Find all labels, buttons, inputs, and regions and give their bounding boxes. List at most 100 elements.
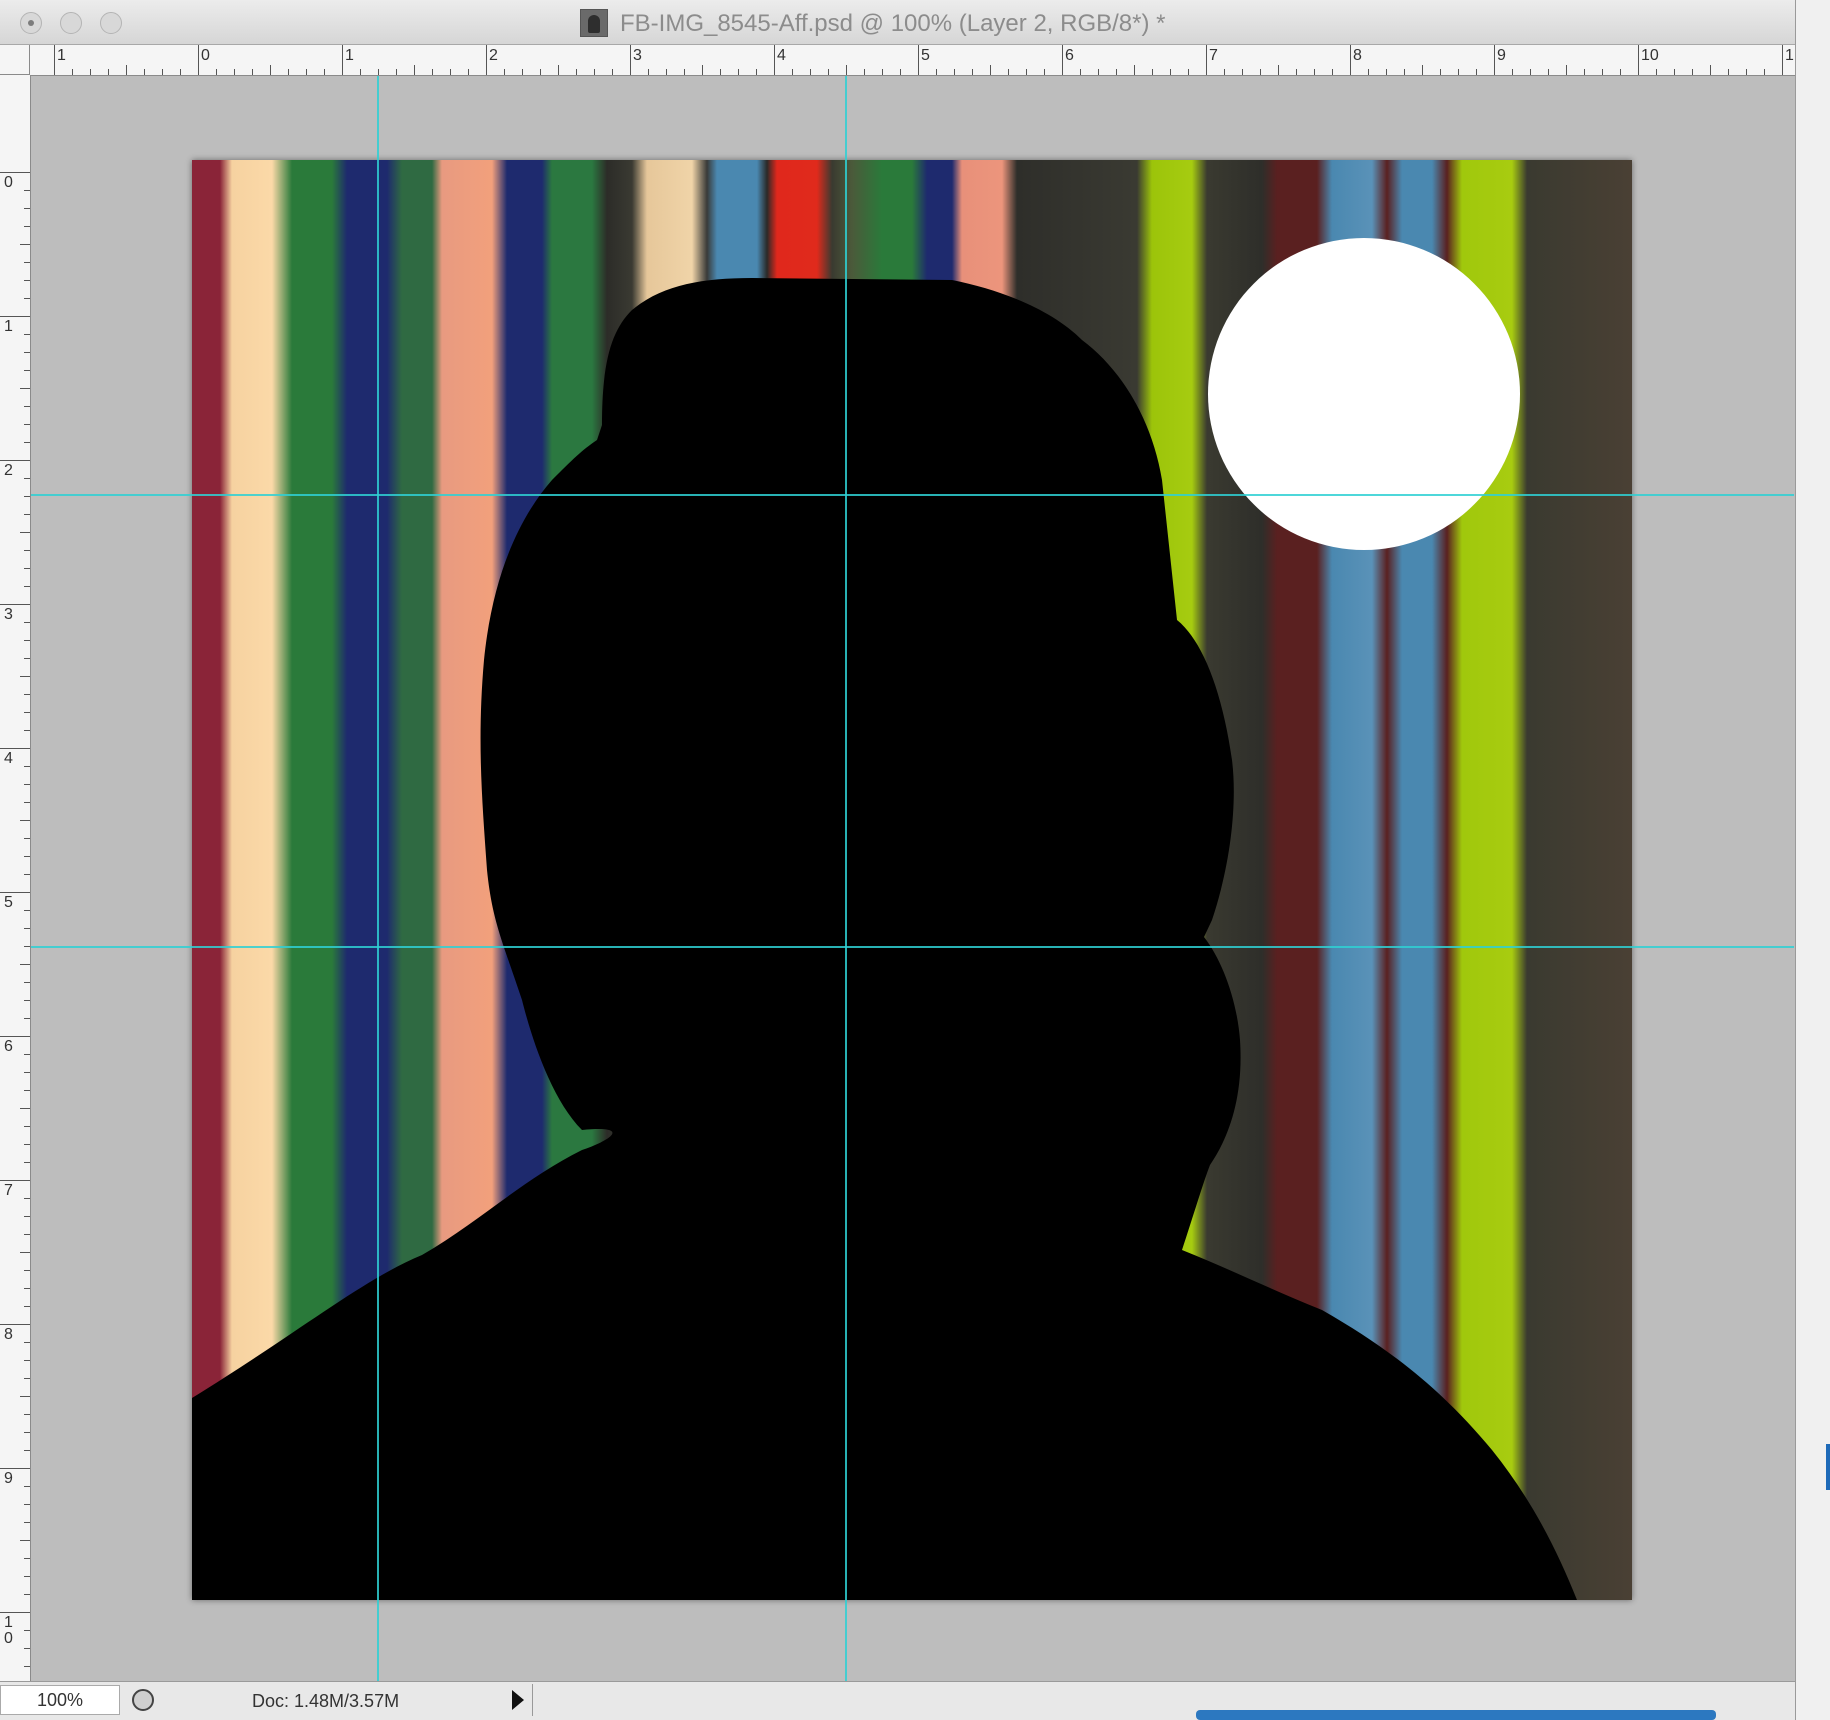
ruler-label: 7	[1209, 47, 1218, 64]
ruler-tick	[540, 69, 541, 75]
ruler-tick	[1386, 69, 1387, 75]
ruler-tick	[24, 838, 30, 839]
ruler-tick	[1404, 69, 1405, 75]
horizontal-scrollbar[interactable]	[1196, 1710, 1716, 1720]
ruler-tick	[828, 69, 829, 75]
ruler-tick	[24, 568, 30, 569]
ruler-label: 1	[57, 47, 66, 64]
ruler-origin[interactable]	[0, 45, 30, 75]
ruler-tick	[0, 1468, 30, 1469]
ruler-tick	[396, 69, 397, 75]
ruler-tick	[486, 45, 487, 75]
ruler-tick	[24, 1306, 30, 1307]
ruler-label: 8	[4, 1326, 13, 1343]
ruler-tick	[1332, 69, 1333, 75]
ruler-tick	[24, 910, 30, 911]
ruler-tick	[666, 69, 667, 75]
ruler-tick	[24, 1648, 30, 1649]
ruler-label: 10	[1641, 47, 1659, 64]
ruler-tick	[24, 478, 30, 479]
ruler-tick	[1656, 69, 1657, 75]
minimize-icon[interactable]	[60, 12, 82, 34]
ruler-tick	[24, 226, 30, 227]
ruler-tick	[1368, 69, 1369, 75]
zoom-level-field[interactable]: 100%	[0, 1685, 120, 1715]
ruler-tick	[20, 1252, 30, 1253]
ruler-tick	[810, 69, 811, 75]
ruler-tick	[0, 1180, 30, 1181]
ruler-tick	[1548, 69, 1549, 75]
ruler-tick	[126, 65, 127, 75]
ruler-tick	[20, 820, 30, 821]
ruler-tick	[324, 69, 325, 75]
ruler-tick	[24, 1288, 30, 1289]
ruler-tick	[1116, 69, 1117, 75]
ruler-tick	[24, 1504, 30, 1505]
ruler-tick	[0, 1324, 30, 1325]
ruler-tick	[24, 442, 30, 443]
ruler-tick	[450, 69, 451, 75]
ruler-tick	[900, 69, 901, 75]
ruler-tick	[1224, 69, 1225, 75]
ruler-label: 4	[777, 47, 786, 64]
document-thumbnail-icon	[580, 9, 608, 37]
ruler-tick	[24, 730, 30, 731]
ruler-tick	[24, 1054, 30, 1055]
ruler-tick	[24, 298, 30, 299]
horizontal-guide[interactable]	[31, 946, 1794, 948]
ruler-label: 5	[4, 894, 13, 911]
ruler-tick	[360, 69, 361, 75]
ruler-tick	[162, 69, 163, 75]
ruler-tick	[24, 1198, 30, 1199]
ruler-tick	[24, 586, 30, 587]
ruler-tick	[198, 45, 199, 75]
ruler-tick	[1566, 65, 1567, 75]
ruler-tick	[954, 69, 955, 75]
ruler-tick	[24, 640, 30, 641]
ruler-tick	[180, 69, 181, 75]
ruler-tick	[20, 532, 30, 533]
info-icon[interactable]	[132, 1689, 154, 1711]
ruler-tick	[24, 856, 30, 857]
canvas-area[interactable]	[31, 76, 1794, 1681]
background-window-edge	[1796, 0, 1830, 1720]
ruler-tick	[1062, 45, 1063, 75]
vertical-guide[interactable]	[845, 76, 847, 1681]
ruler-tick	[24, 874, 30, 875]
ruler-tick	[24, 370, 30, 371]
ruler-tick	[24, 1090, 30, 1091]
ruler-tick	[738, 69, 739, 75]
ruler-tick	[24, 352, 30, 353]
ruler-tick	[24, 1234, 30, 1235]
ruler-label: 8	[1353, 47, 1362, 64]
ruler-tick	[24, 334, 30, 335]
horizontal-guide[interactable]	[31, 494, 1794, 496]
ruler-tick	[0, 748, 30, 749]
ruler-label: 1	[4, 318, 13, 335]
ruler-tick	[378, 69, 379, 75]
ruler-tick	[24, 802, 30, 803]
ruler-tick	[1710, 65, 1711, 75]
ruler-tick	[1152, 69, 1153, 75]
ruler-tick	[24, 1630, 30, 1631]
ruler-tick	[1440, 69, 1441, 75]
ruler-tick	[24, 1360, 30, 1361]
horizontal-ruler[interactable]: 1 0 1 2 3 4 5 6 7 8 9 10 1	[30, 45, 1795, 76]
vertical-guide[interactable]	[377, 76, 379, 1681]
ruler-tick	[24, 658, 30, 659]
ruler-tick	[1260, 69, 1261, 75]
ruler-tick	[306, 69, 307, 75]
ruler-tick	[24, 766, 30, 767]
zoom-icon[interactable]	[100, 12, 122, 34]
document-canvas[interactable]	[192, 160, 1632, 1600]
vertical-ruler[interactable]: 0 1 2 3 4 5 6 7 8 9 1 0	[0, 75, 31, 1685]
title-bar[interactable]: FB-IMG_8545-Aff.psd @ 100% (Layer 2, RGB…	[0, 0, 1795, 45]
ruler-tick	[72, 69, 73, 75]
status-arrow-icon[interactable]	[512, 1690, 524, 1710]
ruler-tick	[0, 460, 30, 461]
ruler-tick	[24, 1558, 30, 1559]
close-icon[interactable]	[20, 12, 42, 34]
ruler-tick	[468, 69, 469, 75]
ruler-tick	[24, 784, 30, 785]
ruler-tick	[24, 280, 30, 281]
